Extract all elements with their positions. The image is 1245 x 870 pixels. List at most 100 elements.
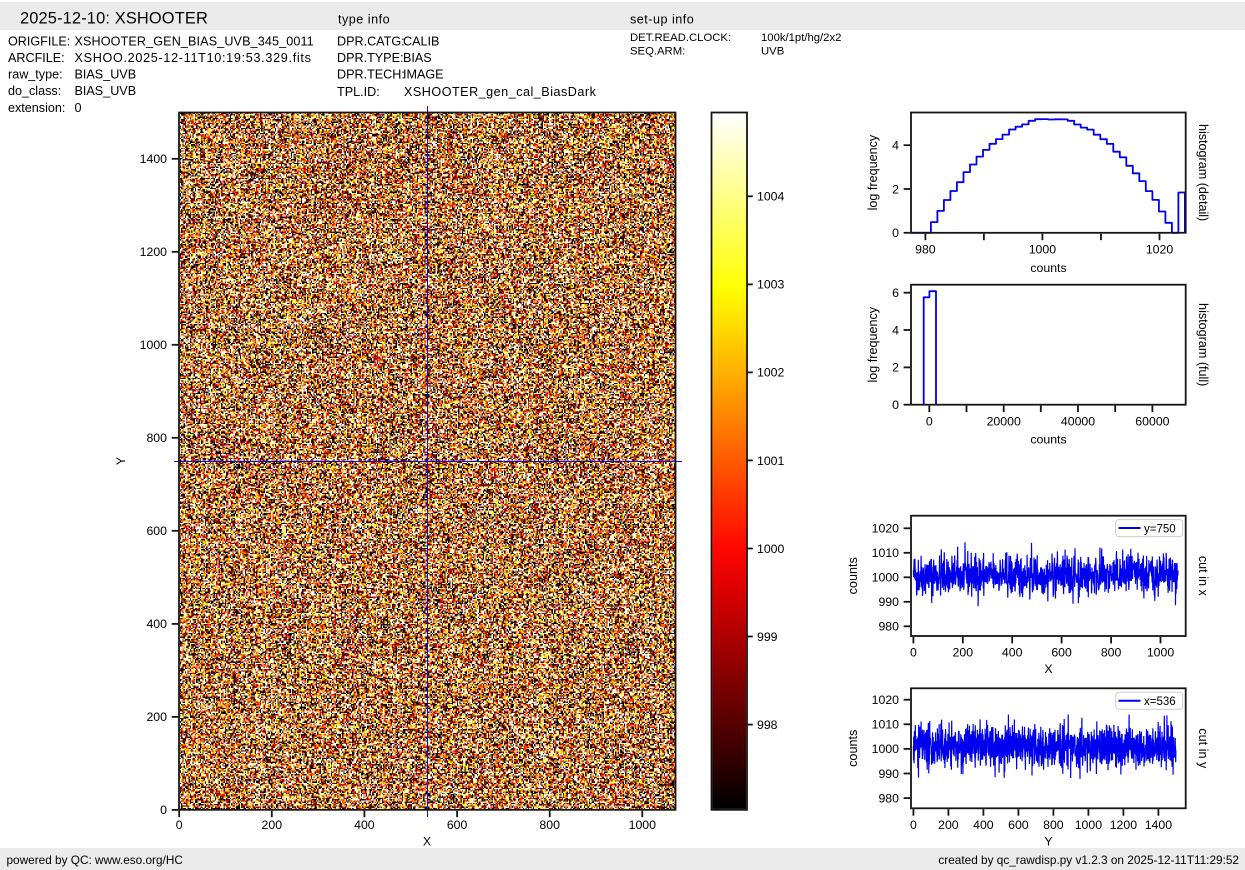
- svg-text:DPR.TECH:: DPR.TECH:: [337, 68, 405, 82]
- svg-text:TPL.ID:: TPL.ID:: [337, 85, 380, 99]
- svg-text:histogram (full): histogram (full): [1196, 303, 1210, 386]
- svg-text:60000: 60000: [1135, 414, 1169, 428]
- svg-text:XSHOOTER_gen_cal_BiasDark: XSHOOTER_gen_cal_BiasDark: [404, 85, 597, 99]
- svg-text:counts: counts: [846, 557, 860, 594]
- svg-text:980: 980: [878, 791, 899, 805]
- svg-text:6: 6: [892, 286, 899, 300]
- svg-text:4: 4: [892, 139, 899, 153]
- svg-text:0: 0: [176, 818, 183, 832]
- svg-text:DET.READ.CLOCK:: DET.READ.CLOCK:: [630, 32, 731, 44]
- svg-text:log frequency: log frequency: [866, 134, 880, 210]
- svg-text:998: 998: [757, 718, 778, 732]
- svg-text:y=750: y=750: [1144, 523, 1176, 535]
- svg-text:990: 990: [878, 595, 899, 609]
- svg-text:ARCFILE:: ARCFILE:: [8, 51, 65, 65]
- svg-text:Y: Y: [114, 457, 128, 465]
- svg-text:1020: 1020: [872, 693, 900, 707]
- svg-text:20000: 20000: [987, 414, 1021, 428]
- svg-text:600: 600: [447, 818, 468, 832]
- svg-text:BIAS: BIAS: [403, 51, 432, 65]
- svg-text:1000: 1000: [1147, 646, 1175, 660]
- svg-text:1001: 1001: [757, 454, 785, 468]
- svg-text:1004: 1004: [757, 190, 785, 204]
- svg-text:400: 400: [146, 617, 167, 631]
- svg-text:200: 200: [953, 646, 974, 660]
- svg-text:DPR.CATG:: DPR.CATG:: [337, 34, 405, 48]
- svg-text:1000: 1000: [1029, 243, 1057, 257]
- svg-text:type info: type info: [338, 13, 390, 27]
- svg-text:SEQ.ARM:: SEQ.ARM:: [630, 46, 685, 58]
- svg-text:raw_type:: raw_type:: [8, 68, 63, 82]
- svg-text:counts: counts: [1030, 261, 1066, 275]
- svg-text:cut in y: cut in y: [1196, 728, 1210, 769]
- svg-text:600: 600: [1051, 646, 1072, 660]
- svg-text:2: 2: [892, 182, 899, 196]
- svg-text:1000: 1000: [140, 338, 168, 352]
- svg-text:0: 0: [892, 226, 899, 240]
- svg-text:x=536: x=536: [1144, 696, 1176, 708]
- svg-text:1000: 1000: [1075, 818, 1103, 832]
- svg-text:1000: 1000: [872, 571, 900, 585]
- svg-text:1400: 1400: [140, 152, 168, 166]
- svg-text:IMAGE: IMAGE: [403, 68, 444, 82]
- svg-text:1000: 1000: [757, 542, 785, 556]
- svg-text:200: 200: [938, 818, 959, 832]
- svg-text:ORIGFILE:: ORIGFILE:: [8, 34, 70, 48]
- svg-text:extension:: extension:: [8, 101, 65, 115]
- svg-text:1000: 1000: [872, 742, 900, 756]
- svg-text:log frequency: log frequency: [866, 306, 880, 382]
- svg-text:powered by QC: www.eso.org/HC: powered by QC: www.eso.org/HC: [7, 853, 184, 867]
- svg-text:cut in x: cut in x: [1196, 556, 1210, 597]
- svg-text:BIAS_UVB: BIAS_UVB: [75, 68, 137, 82]
- svg-text:0: 0: [892, 398, 899, 412]
- svg-text:histogram (detail): histogram (detail): [1196, 124, 1210, 221]
- svg-text:2025-12-10: XSHOOTER: 2025-12-10: XSHOOTER: [20, 10, 208, 28]
- svg-text:0: 0: [160, 803, 167, 817]
- svg-text:1200: 1200: [1110, 818, 1138, 832]
- svg-text:X: X: [1044, 662, 1052, 676]
- svg-text:980: 980: [878, 620, 899, 634]
- svg-text:800: 800: [1043, 818, 1064, 832]
- svg-text:980: 980: [915, 243, 936, 257]
- svg-text:400: 400: [354, 818, 375, 832]
- svg-text:990: 990: [878, 767, 899, 781]
- svg-text:BIAS_UVB: BIAS_UVB: [75, 84, 137, 98]
- svg-text:2: 2: [892, 361, 899, 375]
- svg-text:800: 800: [1101, 646, 1122, 660]
- svg-text:400: 400: [1002, 646, 1023, 660]
- svg-text:1010: 1010: [872, 546, 900, 560]
- svg-text:1000: 1000: [629, 818, 657, 832]
- svg-text:1020: 1020: [872, 522, 900, 536]
- svg-text:400: 400: [973, 818, 994, 832]
- svg-text:200: 200: [262, 818, 283, 832]
- svg-text:1010: 1010: [872, 718, 900, 732]
- svg-text:DPR.TYPE:: DPR.TYPE:: [337, 51, 403, 65]
- svg-text:1003: 1003: [757, 278, 785, 292]
- svg-text:UVB: UVB: [761, 46, 784, 58]
- svg-text:0: 0: [910, 646, 917, 660]
- svg-text:4: 4: [892, 323, 899, 337]
- svg-text:created by qc_rawdisp.py v1.2.: created by qc_rawdisp.py v1.2.3 on 2025-…: [938, 853, 1239, 867]
- svg-text:CALIB: CALIB: [403, 34, 439, 48]
- svg-text:0: 0: [926, 414, 933, 428]
- svg-text:800: 800: [146, 431, 167, 445]
- svg-text:999: 999: [757, 630, 778, 644]
- svg-text:100k/1pt/hg/2x2: 100k/1pt/hg/2x2: [761, 32, 841, 44]
- svg-text:1002: 1002: [757, 366, 785, 380]
- svg-text:1400: 1400: [1145, 818, 1173, 832]
- svg-text:do_class:: do_class:: [8, 84, 61, 98]
- svg-text:X: X: [423, 835, 431, 849]
- svg-text:1020: 1020: [1146, 243, 1174, 257]
- svg-text:200: 200: [146, 710, 167, 724]
- svg-text:1200: 1200: [140, 245, 168, 259]
- svg-text:40000: 40000: [1061, 414, 1095, 428]
- svg-text:600: 600: [1008, 818, 1029, 832]
- svg-text:XSHOOTER_GEN_BIAS_UVB_345_0011: XSHOOTER_GEN_BIAS_UVB_345_0011: [75, 34, 314, 48]
- svg-text:0: 0: [910, 818, 917, 832]
- svg-text:set-up info: set-up info: [630, 13, 694, 27]
- svg-text:0: 0: [75, 101, 82, 115]
- svg-text:XSHOO.2025-12-11T10:19:53.329.: XSHOO.2025-12-11T10:19:53.329.fits: [75, 51, 312, 65]
- svg-text:600: 600: [146, 524, 167, 538]
- svg-text:counts: counts: [1030, 433, 1066, 447]
- svg-text:Y: Y: [1044, 834, 1052, 848]
